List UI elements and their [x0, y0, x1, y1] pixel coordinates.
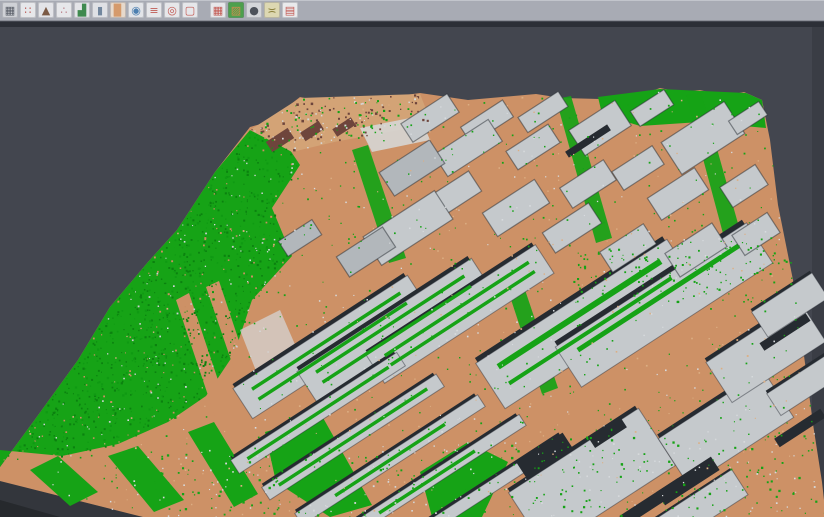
dem-icon[interactable]: ▟	[74, 2, 90, 18]
markers-icon[interactable]: ∴	[56, 2, 72, 18]
grid-icon[interactable]: ▦	[210, 2, 226, 18]
globe-icon[interactable]: ◉	[128, 2, 144, 18]
toolbar: ▦∷▲∴▟▮▉◉≡◎▢▦▨●≍▤	[0, 0, 824, 21]
point-cloud-scene[interactable]	[0, 0, 824, 517]
align-points-icon[interactable]: ∷	[20, 2, 36, 18]
classification-icon[interactable]: ▨	[228, 2, 244, 18]
measure-icon[interactable]: ≍	[264, 2, 280, 18]
project-icon[interactable]: ▦	[2, 2, 18, 18]
attributes-icon[interactable]: ≡	[146, 2, 162, 18]
export-icon[interactable]: ▤	[282, 2, 298, 18]
orthomosaic-icon[interactable]: ▉	[110, 2, 126, 18]
region-select-icon[interactable]: ▢	[182, 2, 198, 18]
target-icon[interactable]: ◎	[164, 2, 180, 18]
toolbar-separator	[0, 22, 824, 27]
application-window: ▦∷▲∴▟▮▉◉≡◎▢▦▨●≍▤	[0, 0, 824, 517]
camera-icon[interactable]: ●	[246, 2, 262, 18]
3d-viewport[interactable]	[0, 0, 824, 517]
column-chart-icon[interactable]: ▮	[92, 2, 108, 18]
terrain-icon[interactable]: ▲	[38, 2, 54, 18]
